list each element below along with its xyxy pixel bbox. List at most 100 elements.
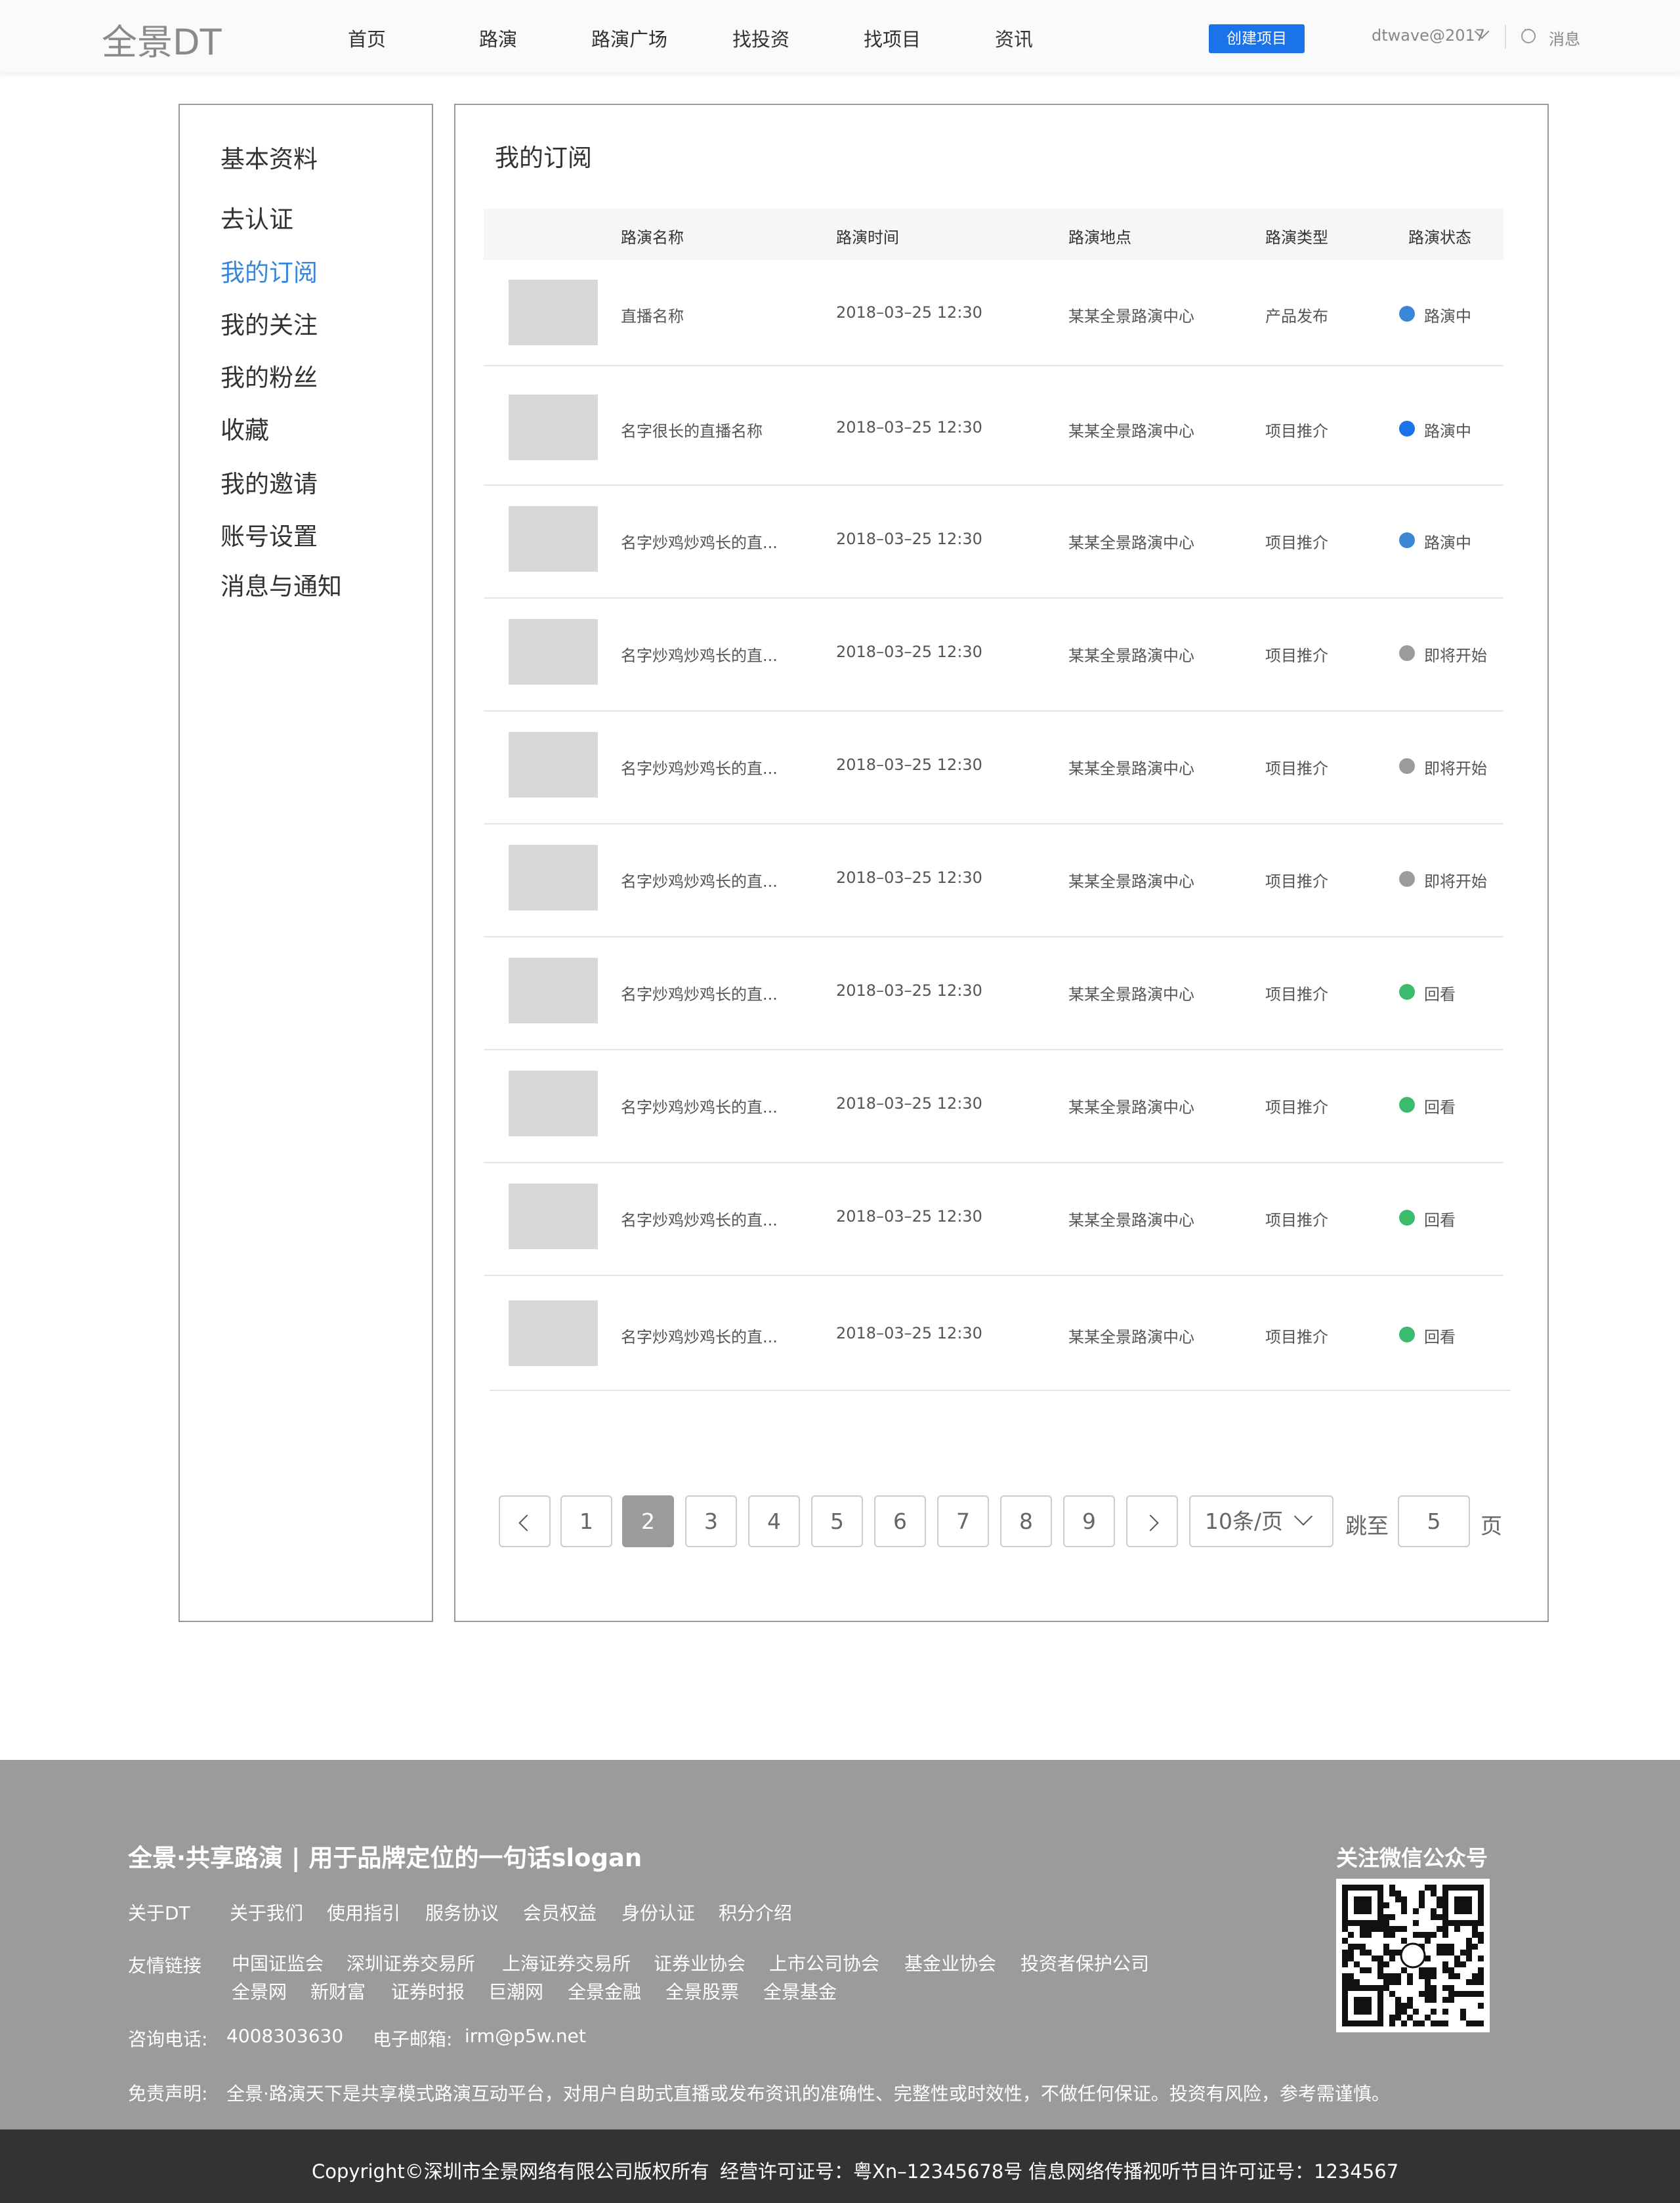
prev-page-button[interactable] [499,1495,551,1547]
roadshow-thumbnail[interactable] [509,1071,598,1136]
footer-slogan: 全景·共享路演 | 用于品牌定位的一句话slogan [128,1844,642,1872]
cell-place: 某某全景路演中心 [1068,985,1194,1004]
cell-name[interactable]: 名字炒鸡炒鸡长的直... [621,868,778,891]
cell-name[interactable]: 直播名称 [621,303,684,326]
cell-name[interactable]: 名字炒鸡炒鸡长的直... [621,1207,778,1230]
footer-link[interactable]: 身份认证 [621,1899,695,1925]
sidebar-item-favorites[interactable]: 收藏 [220,410,269,446]
roadshow-thumbnail[interactable] [509,506,598,572]
messages-link[interactable]: 消息 [1549,26,1580,49]
page-button-current[interactable]: 2 [622,1495,674,1547]
roadshow-thumbnail[interactable] [509,395,598,460]
cell-status: 回看 [1424,1211,1456,1230]
jump-page-input[interactable]: 5 [1398,1495,1470,1547]
cell-time: 2018–03–25 12:30 [836,1324,982,1342]
page-size-select[interactable]: 10条/页 [1189,1495,1334,1547]
nav-find-investment[interactable]: 找投资 [732,24,789,52]
cell-time: 2018–03–25 12:30 [836,303,982,322]
cell-type: 项目推介 [1265,647,1328,665]
friend-link[interactable]: 全景基金 [763,1978,837,2004]
friend-link[interactable]: 新财富 [310,1978,366,2004]
roadshow-thumbnail[interactable] [509,958,598,1023]
nav-news[interactable]: 资讯 [995,24,1033,52]
friend-link[interactable]: 全景股票 [665,1978,739,2004]
friend-link[interactable]: 上海证券交易所 [502,1950,631,1976]
sidebar-item-profile[interactable]: 基本资料 [220,139,318,175]
sidebar-item-following[interactable]: 我的关注 [220,305,318,341]
cell-name[interactable]: 名字炒鸡炒鸡长的直... [621,1324,778,1347]
status-dot-icon [1399,984,1415,1000]
page-button[interactable]: 5 [811,1495,863,1547]
nav-roadshow-square[interactable]: 路演广场 [591,24,667,52]
sidebar-item-subscriptions[interactable]: 我的订阅 [220,253,318,288]
page-button[interactable]: 3 [685,1495,737,1547]
sidebar-item-verify[interactable]: 去认证 [220,200,293,235]
cell-status: 回看 [1424,1098,1456,1117]
cell-name[interactable]: 名字炒鸡炒鸡长的直... [621,756,778,779]
friend-link[interactable]: 深圳证券交易所 [346,1950,475,1976]
logo[interactable]: 全景DT [102,13,222,65]
cell-name[interactable]: 名字炒鸡炒鸡长的直... [621,643,778,666]
friend-link[interactable]: 上市公司协会 [769,1950,879,1976]
header-divider [1505,25,1506,49]
cell-name[interactable]: 名字炒鸡炒鸡长的直... [621,981,778,1004]
column-header-type: 路演类型 [1265,228,1328,247]
friend-link[interactable]: 投资者保护公司 [1020,1950,1149,1976]
cell-time: 2018–03–25 12:30 [836,1207,982,1226]
friend-link[interactable]: 巨潮网 [488,1978,543,2004]
cell-status: 路演中 [1424,534,1471,552]
cell-status: 路演中 [1424,307,1471,326]
roadshow-thumbnail[interactable] [509,845,598,910]
nav-find-project[interactable]: 找项目 [864,24,921,52]
roadshow-thumbnail[interactable] [509,280,598,345]
roadshow-thumbnail[interactable] [509,1184,598,1249]
user-menu[interactable]: dtwave@2017 [1372,26,1485,45]
status-dot-icon [1399,1327,1415,1342]
sidebar-item-notifications[interactable]: 消息与通知 [220,567,342,602]
page-button[interactable]: 8 [1000,1495,1052,1547]
qr-code-icon [1342,1885,1484,2026]
cell-status: 回看 [1424,1328,1456,1346]
friend-link[interactable]: 全景金融 [568,1978,641,2004]
nav-home[interactable]: 首页 [348,24,386,52]
cell-name[interactable]: 名字炒鸡炒鸡长的直... [621,1094,778,1117]
friend-link[interactable]: 全景网 [232,1978,287,2004]
email-label: 电子邮箱: [373,2028,453,2050]
roadshow-thumbnail[interactable] [509,1300,598,1366]
qr-code-image [1336,1879,1490,2032]
page-button[interactable]: 9 [1063,1495,1115,1547]
roadshow-thumbnail[interactable] [509,619,598,685]
footer-link[interactable]: 会员权益 [523,1899,597,1925]
sidebar-item-fans[interactable]: 我的粉丝 [220,358,318,393]
page-button[interactable]: 1 [560,1495,612,1547]
sidebar-item-account-settings[interactable]: 账号设置 [220,517,318,552]
cell-name[interactable]: 名字很长的直播名称 [621,418,763,441]
friend-link[interactable]: 中国证监会 [232,1950,324,1976]
footer-link[interactable]: 服务协议 [425,1899,499,1925]
page-button[interactable]: 7 [937,1495,989,1547]
copyright-text: Copyright©深圳市全景网络有限公司版权所有 [312,2160,709,2183]
friend-link[interactable]: 证券时报 [391,1978,465,2004]
friend-link[interactable]: 证券业协会 [654,1950,746,1976]
page-button[interactable]: 4 [748,1495,800,1547]
footer-link[interactable]: 关于我们 [230,1899,303,1925]
sidebar-item-invitations[interactable]: 我的邀请 [220,464,318,500]
cell-place: 某某全景路演中心 [1068,1098,1194,1117]
cell-place: 某某全景路演中心 [1068,307,1194,326]
cell-name[interactable]: 名字炒鸡炒鸡长的直... [621,530,778,553]
column-header-place: 路演地点 [1068,228,1131,247]
nav-roadshow[interactable]: 路演 [479,24,517,52]
cell-status: 即将开始 [1424,759,1487,778]
cell-time: 2018–03–25 12:30 [836,868,982,887]
create-project-button[interactable]: 创建项目 [1209,24,1305,53]
friend-link[interactable]: 基金业协会 [904,1950,996,1976]
status-dot-icon [1399,532,1415,548]
next-page-button[interactable] [1126,1495,1178,1547]
footer-link[interactable]: 使用指引 [327,1899,400,1925]
message-icon[interactable] [1521,25,1536,43]
email-value[interactable]: irm@p5w.net [465,2025,586,2047]
roadshow-thumbnail[interactable] [509,732,598,798]
column-header-name: 路演名称 [621,228,684,247]
page-button[interactable]: 6 [874,1495,926,1547]
footer-link[interactable]: 积分介绍 [719,1899,792,1925]
